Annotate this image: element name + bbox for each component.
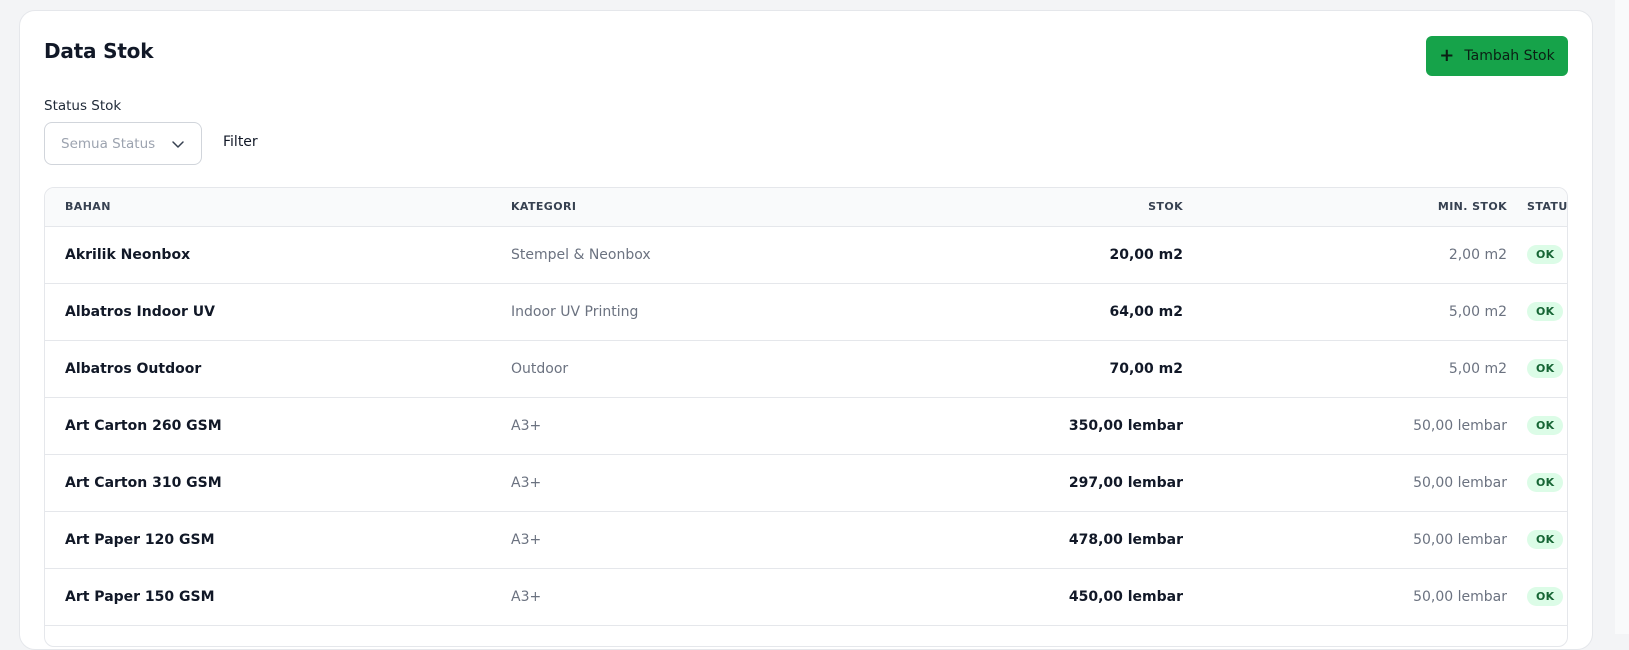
cell-kategori: A3+ [491, 511, 951, 569]
cell-bahan: Art Paper 150 GSM [45, 568, 491, 626]
cell-status: OK [1527, 283, 1567, 341]
status-select-value: Semua Status [61, 135, 156, 152]
cell-status: OK [1527, 454, 1567, 512]
cell-stok: 297,00 lembar [951, 454, 1203, 512]
column-header-bahan[interactable]: BAHAN [45, 188, 491, 227]
cell-stok: 64,00 m2 [951, 283, 1203, 341]
cell-min-stok: 50,00 lembar [1203, 568, 1527, 626]
cell-min-stok: 50,00 lembar [1203, 397, 1527, 455]
add-stock-button-label: Tambah Stok [1464, 48, 1555, 64]
cell-bahan: Albatros Indoor UV [45, 283, 491, 341]
cell-min-stok: 5,00 m2 [1203, 283, 1527, 341]
table-row[interactable]: Albatros Outdoor Outdoor 70,00 m2 5,00 m… [45, 340, 1567, 398]
page-scrollbar[interactable] [1615, 0, 1629, 634]
table-header-row: BAHAN KATEGORI STOK MIN. STOK STATUS [45, 188, 1567, 227]
table-row[interactable]: Albatros Indoor UV Indoor UV Printing 64… [45, 283, 1567, 341]
table-row[interactable]: Art Paper 150 GSM A3+ 450,00 lembar 50,0… [45, 568, 1567, 626]
status-badge: OK [1527, 245, 1564, 264]
cell-stok: 20,00 m2 [951, 226, 1203, 284]
cell-bahan: Art Carton 260 GSM [45, 397, 491, 455]
cell-status: OK [1527, 397, 1567, 455]
cell-min-stok: 5,00 m2 [1203, 340, 1527, 398]
column-header-kategori[interactable]: KATEGORI [491, 188, 951, 227]
table-row[interactable]: Art Carton 310 GSM A3+ 297,00 lembar 50,… [45, 454, 1567, 512]
cell-stok: 350,00 lembar [951, 397, 1203, 455]
filter-button[interactable]: Filter [223, 134, 258, 150]
status-badge: OK [1527, 416, 1564, 435]
stock-table: BAHAN KATEGORI STOK MIN. STOK STATUS Akr… [44, 187, 1568, 647]
cell-min-stok: 50,00 lembar [1203, 511, 1527, 569]
cell-min-stok: 50,00 lembar [1203, 454, 1527, 512]
status-badge: OK [1527, 587, 1564, 606]
cell-stok: 70,00 m2 [951, 340, 1203, 398]
page-title: Data Stok [44, 39, 154, 63]
status-select[interactable]: Semua Status [44, 122, 202, 165]
cell-stok: 478,00 lembar [951, 511, 1203, 569]
cell-kategori: Stempel & Neonbox [491, 226, 951, 284]
cell-kategori: A3+ [491, 568, 951, 626]
cell-kategori: A3+ [491, 397, 951, 455]
table-row[interactable]: Art Carton 260 GSM A3+ 350,00 lembar 50,… [45, 397, 1567, 455]
table-row[interactable]: Art Paper 120 GSM A3+ 478,00 lembar 50,0… [45, 511, 1567, 569]
stock-card: Data Stok + Tambah Stok Status Stok Semu… [19, 10, 1593, 650]
cell-status: OK [1527, 568, 1567, 626]
cell-kategori: Indoor UV Printing [491, 283, 951, 341]
cell-kategori: Outdoor [491, 340, 951, 398]
cell-kategori: A3+ [491, 454, 951, 512]
status-badge: OK [1527, 473, 1564, 492]
cell-bahan: Akrilik Neonbox [45, 226, 491, 284]
status-badge: OK [1527, 359, 1564, 378]
cell-status: OK [1527, 340, 1567, 398]
add-stock-button[interactable]: + Tambah Stok [1426, 36, 1568, 76]
column-header-min-stok[interactable]: MIN. STOK [1203, 188, 1527, 227]
chevron-down-icon [172, 140, 184, 148]
cell-min-stok: 2,00 m2 [1203, 226, 1527, 284]
cell-bahan: Albatros Outdoor [45, 340, 491, 398]
table-row[interactable]: Akrilik Neonbox Stempel & Neonbox 20,00 … [45, 226, 1567, 284]
cell-bahan: Art Paper 120 GSM [45, 511, 491, 569]
plus-icon: + [1439, 45, 1455, 66]
cell-status: OK [1527, 226, 1567, 284]
column-header-stok[interactable]: STOK [951, 188, 1203, 227]
cell-status: OK [1527, 511, 1567, 569]
column-header-status[interactable]: STATUS [1527, 188, 1567, 227]
status-badge: OK [1527, 530, 1564, 549]
status-badge: OK [1527, 302, 1564, 321]
cell-stok: 450,00 lembar [951, 568, 1203, 626]
cell-bahan: Art Carton 310 GSM [45, 454, 491, 512]
status-filter-label: Status Stok [44, 98, 122, 114]
